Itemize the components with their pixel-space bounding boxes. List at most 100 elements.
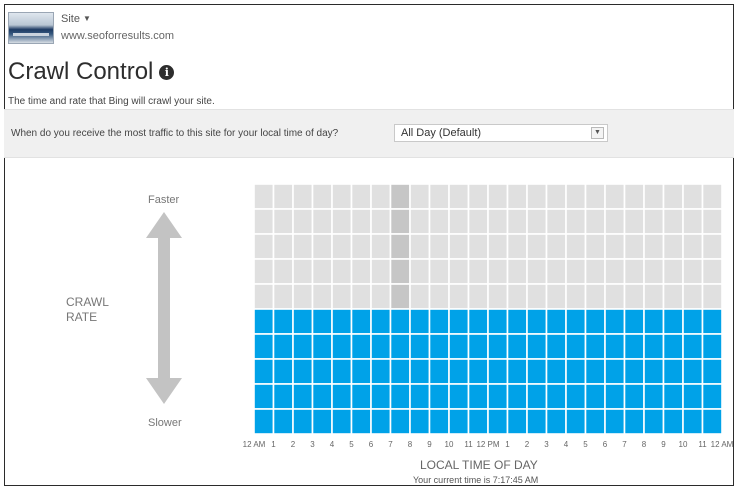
rate-cell-hour-11-level-6[interactable] <box>467 283 489 310</box>
rate-cell-hour-21-level-9[interactable] <box>662 208 684 235</box>
rate-cell-hour-21-level-5[interactable] <box>662 308 684 335</box>
rate-cell-hour-8-level-6[interactable] <box>409 283 431 310</box>
rate-cell-hour-16-level-10[interactable] <box>565 184 587 210</box>
rate-cell-hour-10-level-4[interactable] <box>448 333 470 360</box>
rate-cell-hour-3-level-7[interactable] <box>311 258 333 285</box>
rate-cell-hour-10-level-3[interactable] <box>448 358 470 385</box>
rate-cell-hour-23-level-4[interactable] <box>701 333 723 360</box>
rate-cell-hour-22-level-8[interactable] <box>682 233 704 260</box>
rate-cell-hour-0-level-4[interactable] <box>254 333 275 360</box>
rate-cell-hour-18-level-3[interactable] <box>604 358 626 385</box>
rate-cell-hour-20-level-10[interactable] <box>643 184 665 210</box>
rate-cell-hour-3-level-6[interactable] <box>311 283 333 310</box>
rate-cell-hour-16-level-8[interactable] <box>565 233 587 260</box>
rate-cell-hour-0-level-8[interactable] <box>254 233 275 260</box>
rate-cell-hour-22-level-2[interactable] <box>682 383 704 410</box>
rate-cell-hour-13-level-4[interactable] <box>506 333 528 360</box>
rate-cell-hour-2-level-9[interactable] <box>292 208 314 235</box>
rate-cell-hour-22-level-9[interactable] <box>682 208 704 235</box>
rate-cell-hour-2-level-4[interactable] <box>292 333 314 360</box>
rate-cell-hour-1-level-8[interactable] <box>272 233 294 260</box>
rate-cell-hour-9-level-6[interactable] <box>428 283 450 310</box>
rate-cell-hour-18-level-4[interactable] <box>604 333 626 360</box>
rate-cell-hour-17-level-4[interactable] <box>584 333 606 360</box>
rate-cell-hour-13-level-6[interactable] <box>506 283 528 310</box>
rate-cell-hour-19-level-7[interactable] <box>623 258 645 285</box>
rate-cell-hour-11-level-5[interactable] <box>467 308 489 335</box>
rate-cell-hour-2-level-7[interactable] <box>292 258 314 285</box>
rate-cell-hour-18-level-10[interactable] <box>604 184 626 210</box>
rate-cell-hour-15-level-7[interactable] <box>545 258 567 285</box>
rate-cell-hour-20-level-3[interactable] <box>643 358 665 385</box>
crawl-rate-chart[interactable] <box>254 184 722 434</box>
rate-cell-hour-7-level-8[interactable] <box>389 233 411 260</box>
rate-cell-hour-4-level-5[interactable] <box>331 308 353 335</box>
rate-cell-hour-9-level-7[interactable] <box>428 258 450 285</box>
rate-cell-hour-1-level-10[interactable] <box>272 184 294 210</box>
rate-cell-hour-12-level-9[interactable] <box>487 208 509 235</box>
rate-cell-hour-4-level-7[interactable] <box>331 258 353 285</box>
rate-cell-hour-22-level-7[interactable] <box>682 258 704 285</box>
rate-cell-hour-3-level-3[interactable] <box>311 358 333 385</box>
rate-cell-hour-1-level-6[interactable] <box>272 283 294 310</box>
rate-cell-hour-20-level-6[interactable] <box>643 283 665 310</box>
rate-cell-hour-7-level-1[interactable] <box>389 408 411 434</box>
rate-cell-hour-7-level-5[interactable] <box>389 308 411 335</box>
rate-cell-hour-14-level-7[interactable] <box>526 258 548 285</box>
rate-cell-hour-14-level-8[interactable] <box>526 233 548 260</box>
rate-cell-hour-18-level-5[interactable] <box>604 308 626 335</box>
rate-cell-hour-15-level-5[interactable] <box>545 308 567 335</box>
rate-cell-hour-21-level-1[interactable] <box>662 408 684 434</box>
rate-cell-hour-1-level-4[interactable] <box>272 333 294 360</box>
rate-cell-hour-16-level-9[interactable] <box>565 208 587 235</box>
rate-cell-hour-22-level-1[interactable] <box>682 408 704 434</box>
rate-cell-hour-16-level-1[interactable] <box>565 408 587 434</box>
rate-cell-hour-11-level-3[interactable] <box>467 358 489 385</box>
rate-cell-hour-20-level-8[interactable] <box>643 233 665 260</box>
rate-cell-hour-13-level-3[interactable] <box>506 358 528 385</box>
rate-cell-hour-1-level-1[interactable] <box>272 408 294 434</box>
rate-cell-hour-12-level-4[interactable] <box>487 333 509 360</box>
rate-cell-hour-7-level-2[interactable] <box>389 383 411 410</box>
info-icon[interactable]: i <box>159 65 175 80</box>
rate-cell-hour-9-level-5[interactable] <box>428 308 450 335</box>
rate-cell-hour-17-level-1[interactable] <box>584 408 606 434</box>
rate-cell-hour-1-level-2[interactable] <box>272 383 294 410</box>
rate-cell-hour-21-level-4[interactable] <box>662 333 684 360</box>
rate-cell-hour-9-level-1[interactable] <box>428 408 450 434</box>
rate-cell-hour-1-level-7[interactable] <box>272 258 294 285</box>
rate-cell-hour-12-level-5[interactable] <box>487 308 509 335</box>
rate-cell-hour-19-level-2[interactable] <box>623 383 645 410</box>
rate-cell-hour-11-level-2[interactable] <box>467 383 489 410</box>
rate-cell-hour-19-level-6[interactable] <box>623 283 645 310</box>
rate-cell-hour-17-level-10[interactable] <box>584 184 606 210</box>
rate-cell-hour-11-level-10[interactable] <box>467 184 489 210</box>
rate-cell-hour-9-level-10[interactable] <box>428 184 450 210</box>
rate-cell-hour-21-level-10[interactable] <box>662 184 684 210</box>
rate-cell-hour-8-level-2[interactable] <box>409 383 431 410</box>
rate-cell-hour-8-level-4[interactable] <box>409 333 431 360</box>
rate-cell-hour-2-level-6[interactable] <box>292 283 314 310</box>
rate-cell-hour-9-level-8[interactable] <box>428 233 450 260</box>
rate-cell-hour-10-level-10[interactable] <box>448 184 470 210</box>
rate-cell-hour-6-level-9[interactable] <box>370 208 392 235</box>
rate-cell-hour-0-level-7[interactable] <box>254 258 275 285</box>
rate-cell-hour-14-level-3[interactable] <box>526 358 548 385</box>
rate-cell-hour-18-level-7[interactable] <box>604 258 626 285</box>
rate-cell-hour-17-level-3[interactable] <box>584 358 606 385</box>
rate-cell-hour-20-level-4[interactable] <box>643 333 665 360</box>
rate-cell-hour-16-level-7[interactable] <box>565 258 587 285</box>
rate-cell-hour-7-level-10[interactable] <box>389 184 411 210</box>
rate-cell-hour-22-level-6[interactable] <box>682 283 704 310</box>
rate-cell-hour-19-level-4[interactable] <box>623 333 645 360</box>
rate-cell-hour-17-level-2[interactable] <box>584 383 606 410</box>
rate-cell-hour-22-level-5[interactable] <box>682 308 704 335</box>
rate-cell-hour-13-level-9[interactable] <box>506 208 528 235</box>
rate-cell-hour-15-level-4[interactable] <box>545 333 567 360</box>
rate-cell-hour-0-level-6[interactable] <box>254 283 275 310</box>
rate-cell-hour-3-level-1[interactable] <box>311 408 333 434</box>
rate-cell-hour-6-level-10[interactable] <box>370 184 392 210</box>
rate-cell-hour-17-level-6[interactable] <box>584 283 606 310</box>
rate-cell-hour-18-level-2[interactable] <box>604 383 626 410</box>
rate-cell-hour-3-level-8[interactable] <box>311 233 333 260</box>
